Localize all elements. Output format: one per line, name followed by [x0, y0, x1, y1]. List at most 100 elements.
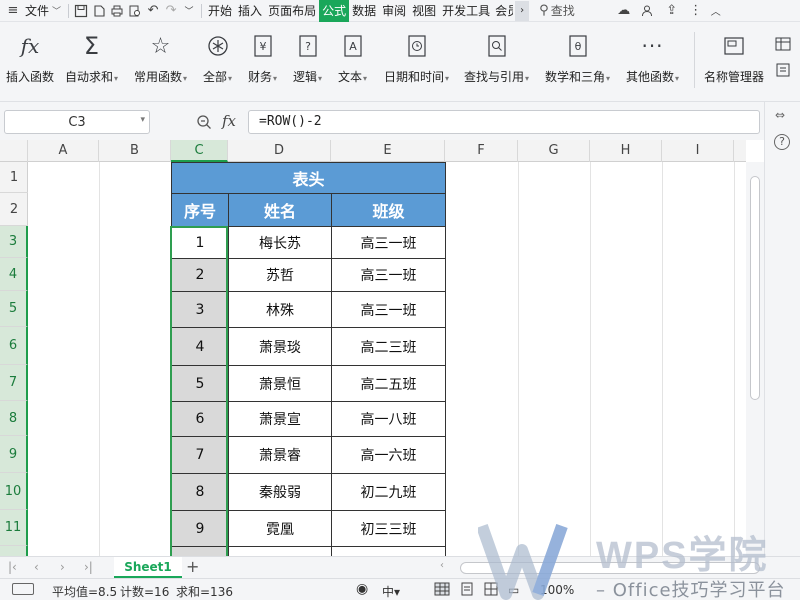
class-cell[interactable]: 高二三班: [331, 327, 446, 366]
row-header-8[interactable]: 8: [0, 401, 28, 436]
vertical-scrollbar[interactable]: [746, 162, 764, 556]
tab-formulas[interactable]: 公式: [319, 0, 350, 22]
column-header-i[interactable]: I: [662, 140, 734, 162]
column-header-g[interactable]: G: [518, 140, 590, 162]
name-cell[interactable]: 萧景宣: [228, 401, 332, 437]
menu-icon[interactable]: ≡: [4, 2, 22, 20]
column-header-e[interactable]: E: [331, 140, 445, 162]
tab-data[interactable]: 数据: [349, 0, 379, 22]
select-all-corner[interactable]: [0, 140, 28, 162]
column-header-d[interactable]: D: [228, 140, 331, 162]
column-header-c[interactable]: C: [171, 140, 228, 162]
autosum-button[interactable]: Σ 自动求和▾: [65, 32, 118, 102]
row-header-2[interactable]: 2: [0, 193, 28, 226]
tab-member[interactable]: 会员: [493, 0, 513, 22]
name-box[interactable]: C3 ▾: [4, 110, 150, 134]
paste-name-icon[interactable]: [774, 62, 792, 78]
class-cell[interactable]: 高三一班: [331, 226, 446, 259]
horizontal-scrollbar[interactable]: [460, 562, 760, 574]
index-cell[interactable]: 7: [171, 436, 229, 474]
class-cell[interactable]: 高三一班: [331, 258, 446, 292]
name-cell[interactable]: 秦般弱: [228, 473, 332, 511]
row-header-6[interactable]: 6: [0, 327, 28, 365]
column-header-f[interactable]: F: [445, 140, 518, 162]
zoom-formula-icon[interactable]: [196, 114, 212, 133]
fx-label[interactable]: fx: [222, 112, 236, 130]
tab-developer[interactable]: 开发工具: [439, 0, 493, 22]
worksheet-grid[interactable]: 表头 序号 姓名 班级 1 梅长苏 高三一班 2 苏哲 高三一班 3 林殊 高三…: [28, 162, 746, 556]
index-cell[interactable]: 8: [171, 473, 229, 511]
row-header-7[interactable]: 7: [0, 365, 28, 401]
index-cell[interactable]: 1: [171, 226, 229, 259]
row-header-9[interactable]: 9: [0, 436, 28, 473]
row-header-4[interactable]: 4: [0, 258, 28, 291]
save-icon[interactable]: [72, 2, 90, 20]
more-icon[interactable]: ⋮: [687, 2, 705, 20]
date-time-button[interactable]: 日期和时间▾: [384, 32, 449, 102]
input-method-icon[interactable]: 中▾: [382, 583, 400, 600]
row-header-3[interactable]: 3: [0, 226, 28, 258]
first-sheet-icon[interactable]: |‹: [8, 560, 17, 574]
normal-view-icon[interactable]: [434, 582, 450, 599]
index-cell[interactable]: 4: [171, 327, 229, 366]
class-cell[interactable]: 高一六班: [331, 436, 446, 474]
tab-insert[interactable]: 插入: [235, 0, 265, 22]
header-cell-name[interactable]: 姓名: [228, 193, 332, 227]
cloud-sync-icon[interactable]: ☁: [615, 2, 633, 20]
class-cell[interactable]: 初二九班: [331, 473, 446, 511]
row-header-11[interactable]: 11: [0, 510, 28, 546]
name-cell[interactable]: 梅长苏: [228, 226, 332, 259]
scroll-lock-icon[interactable]: [12, 583, 34, 595]
column-header-b[interactable]: B: [99, 140, 171, 162]
class-cell[interactable]: 初三三班: [331, 510, 446, 547]
chevron-down-icon[interactable]: ▾: [140, 115, 145, 125]
print-preview-icon[interactable]: [126, 2, 144, 20]
last-sheet-icon[interactable]: ›|: [84, 560, 93, 574]
name-cell[interactable]: 萧景睿: [228, 436, 332, 474]
name-cell[interactable]: 萧景恒: [228, 365, 332, 402]
file-menu[interactable]: 文件: [22, 0, 52, 22]
class-cell[interactable]: 高一八班: [331, 401, 446, 437]
index-cell[interactable]: 5: [171, 365, 229, 402]
sheet-tab-sheet1[interactable]: Sheet1: [114, 557, 182, 578]
row-header-10[interactable]: 10: [0, 473, 28, 510]
name-cell[interactable]: 霓凰: [228, 510, 332, 547]
tab-view[interactable]: 视图: [409, 0, 439, 22]
redo-icon[interactable]: ↷: [162, 2, 180, 20]
text-button[interactable]: A 文本▾: [338, 32, 367, 102]
name-cell[interactable]: 苏哲: [228, 258, 332, 292]
vertical-scroll-thumb[interactable]: [750, 176, 760, 400]
class-cell[interactable]: 高二五班: [331, 365, 446, 402]
header-cell-index[interactable]: 序号: [171, 193, 229, 227]
tab-home[interactable]: 开始: [205, 0, 235, 22]
next-sheet-icon[interactable]: ›: [60, 560, 65, 574]
class-cell[interactable]: 高三一班: [331, 291, 446, 328]
help-icon[interactable]: ?: [774, 134, 790, 150]
row-header-1[interactable]: 1: [0, 162, 28, 193]
index-cell[interactable]: 3: [171, 291, 229, 328]
expand-panel-icon[interactable]: ⇔: [775, 108, 785, 122]
print-icon[interactable]: [108, 2, 126, 20]
table-title-cell[interactable]: 表头: [171, 162, 446, 194]
share-icon[interactable]: ⇪: [663, 2, 681, 20]
tab-page-layout[interactable]: 页面布局: [265, 0, 319, 22]
index-cell[interactable]: 6: [171, 401, 229, 437]
insert-function-button[interactable]: fx 插入函数: [6, 32, 54, 102]
search-box[interactable]: ⚲ 查找: [539, 2, 575, 19]
other-functions-button[interactable]: ··· 其他函数▾: [626, 32, 679, 102]
index-cell[interactable]: 2: [171, 258, 229, 292]
tabs-scroll-right-button[interactable]: ›: [515, 0, 530, 21]
tab-review[interactable]: 审阅: [379, 0, 409, 22]
tab-scroll-left-icon[interactable]: ‹: [440, 560, 444, 571]
lookup-reference-button[interactable]: 查找与引用▾: [464, 32, 529, 102]
formula-input[interactable]: =ROW()-2: [248, 110, 760, 134]
eye-protection-icon[interactable]: ◉: [356, 581, 368, 597]
name-cell[interactable]: 萧景琰: [228, 327, 332, 366]
index-cell[interactable]: [171, 546, 229, 556]
chevron-down-icon[interactable]: ﹀: [180, 2, 198, 20]
zoom-level[interactable]: 100%: [540, 583, 574, 597]
row-header-5[interactable]: 5: [0, 291, 28, 327]
chevron-down-icon[interactable]: ﹀: [52, 4, 61, 17]
column-header-h[interactable]: H: [590, 140, 662, 162]
name-manager-button[interactable]: 名称管理器: [704, 32, 764, 102]
